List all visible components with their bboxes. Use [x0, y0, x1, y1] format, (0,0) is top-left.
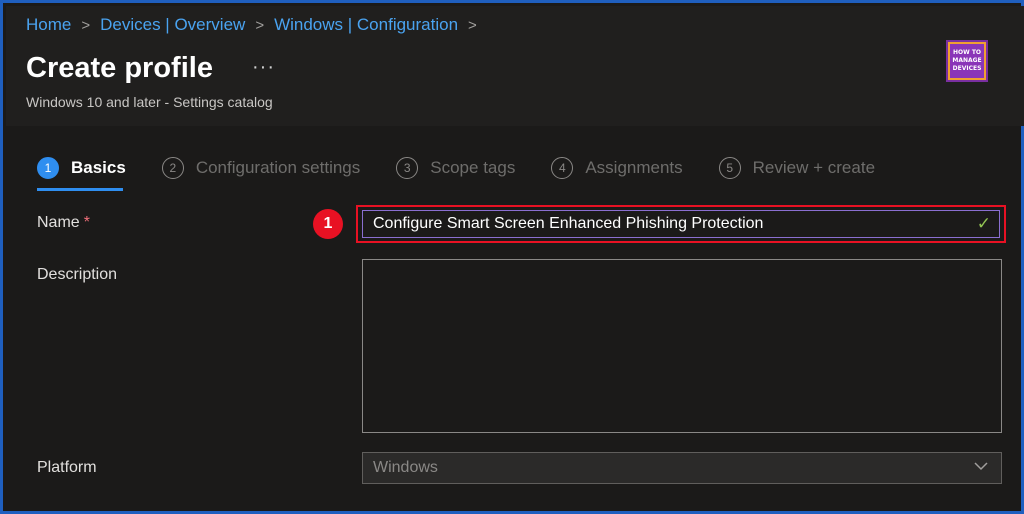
tab-scope-tags[interactable]: 3 Scope tags: [396, 157, 515, 179]
breadcrumb-separator-icon: >: [81, 16, 91, 34]
breadcrumb-home[interactable]: Home: [26, 15, 71, 35]
active-step-indicator: [37, 188, 123, 191]
step-number-icon: 2: [161, 157, 184, 179]
platform-select: Windows: [362, 452, 1002, 484]
page-title: Create profile: [26, 52, 213, 84]
logo-text-line: HOW TO: [952, 49, 982, 56]
description-textarea[interactable]: [362, 259, 1002, 433]
step-label: Assignments: [585, 158, 683, 177]
logo-mark: HOW TO MANAGE DEVICES: [950, 44, 984, 78]
name-input-value: Configure Smart Screen Enhanced Phishing…: [373, 215, 764, 232]
wizard-steps: 1 Basics 2 Configuration settings 3 Scop…: [37, 157, 911, 191]
chevron-down-icon: [973, 458, 989, 479]
breadcrumb-separator-icon: >: [255, 16, 265, 34]
description-label: Description: [37, 266, 118, 283]
tab-review-create[interactable]: 5 Review + create: [718, 157, 876, 179]
annotation-badge: 1: [313, 209, 343, 239]
step-label: Scope tags: [430, 158, 516, 177]
page-subtitle: Windows 10 and later - Settings catalog: [26, 94, 273, 110]
header-region: Home > Devices | Overview > Windows | Co…: [6, 6, 1024, 126]
step-number-icon: 4: [551, 157, 574, 179]
step-number-icon: 3: [396, 157, 419, 179]
step-number-icon: 1: [37, 157, 59, 179]
more-options-icon[interactable]: ···: [252, 56, 275, 79]
name-input[interactable]: Configure Smart Screen Enhanced Phishing…: [362, 210, 1000, 238]
name-label: Name *: [37, 214, 90, 232]
breadcrumb-devices-overview[interactable]: Devices | Overview: [100, 15, 245, 35]
logo-text-line: DEVICES: [952, 65, 982, 72]
breadcrumb: Home > Devices | Overview > Windows | Co…: [26, 15, 487, 35]
highlight-box: Configure Smart Screen Enhanced Phishing…: [356, 205, 1006, 243]
logo-text-line: MANAGE: [952, 57, 982, 64]
required-marker: *: [83, 214, 90, 231]
breadcrumb-separator-icon: >: [468, 16, 477, 34]
app-frame: Home > Devices | Overview > Windows | Co…: [0, 0, 1024, 514]
howtomanagedevices-logo: HOW TO MANAGE DEVICES: [946, 40, 988, 82]
step-label: Configuration settings: [195, 158, 361, 177]
step-number-icon: 5: [718, 157, 741, 179]
tab-basics[interactable]: 1 Basics: [37, 157, 126, 191]
name-label-text: Name: [37, 214, 80, 231]
step-label: Review + create: [752, 158, 876, 177]
platform-label: Platform: [37, 459, 97, 476]
tab-assignments[interactable]: 4 Assignments: [551, 157, 683, 179]
breadcrumb-windows-configuration[interactable]: Windows | Configuration: [274, 15, 458, 35]
checkmark-icon: ✓: [976, 214, 991, 233]
tab-configuration-settings[interactable]: 2 Configuration settings: [161, 157, 361, 179]
step-label: Basics: [71, 158, 126, 177]
platform-value: Windows: [373, 459, 438, 476]
